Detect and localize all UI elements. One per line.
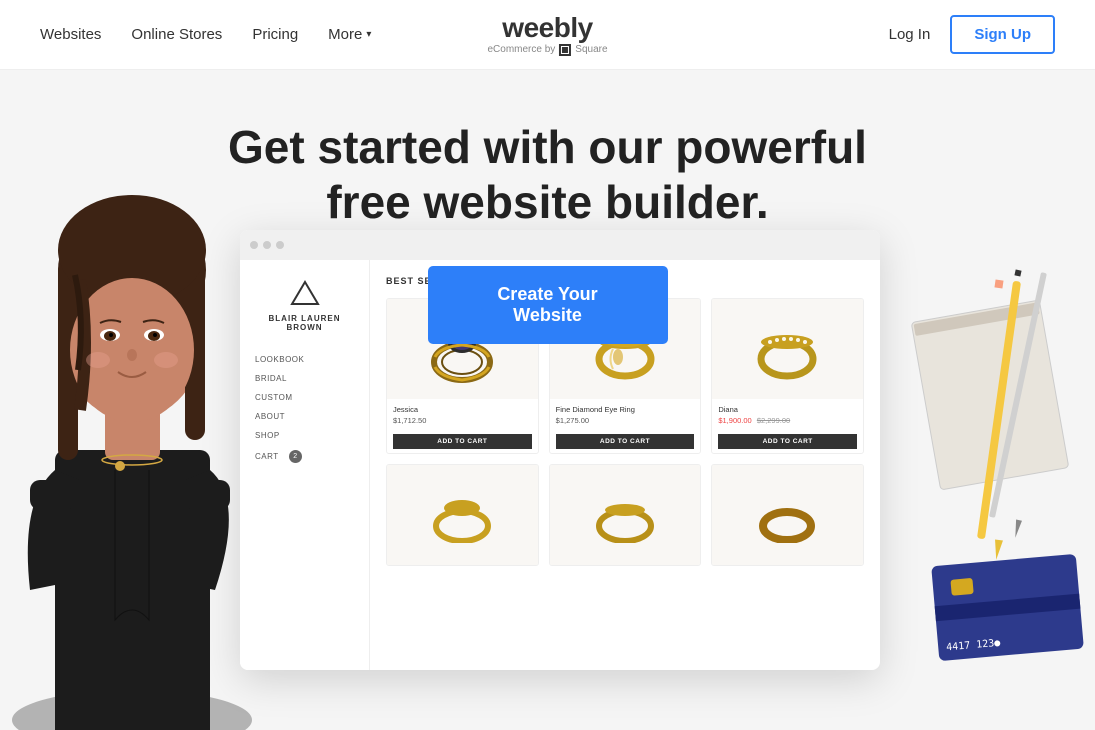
nav-online-stores[interactable]: Online Stores	[131, 26, 222, 43]
mockup-product-price-diana: $1,900.00 $2,299.00	[718, 416, 857, 425]
mockup-product-name-diana: Diana	[718, 405, 857, 414]
nav-left: Websites Online Stores Pricing More ▾	[40, 26, 371, 43]
mockup-product-price-diamond: $1,275.00	[556, 416, 695, 425]
nav-pricing[interactable]: Pricing	[252, 26, 298, 43]
mockup-product-price-jessica: $1,712.50	[393, 416, 532, 425]
mockup-products-row-2	[386, 464, 864, 566]
login-button[interactable]: Log In	[889, 26, 931, 43]
create-website-button[interactable]: Create Your Website	[428, 266, 668, 344]
mockup-product-info-jessica: Jessica $1,712.50 ADD TO CART	[387, 399, 538, 453]
mockup-nav-custom: CUSTOM	[255, 388, 354, 407]
person-image	[0, 140, 265, 730]
mockup-product-img-5	[550, 465, 701, 565]
mockup-original-price-diana: $2,299.00	[757, 416, 790, 425]
mockup-product-name-diamond: Fine Diamond Eye Ring	[556, 405, 695, 414]
nav-more[interactable]: More ▾	[328, 26, 371, 43]
mockup-product-info-diamond: Fine Diamond Eye Ring $1,275.00 ADD TO C…	[550, 399, 701, 453]
mockup-add-to-cart-jessica[interactable]: ADD TO CART	[393, 434, 532, 449]
mockup-product-6	[711, 464, 864, 566]
mockup-nav-bridal: BRIDAL	[255, 369, 354, 388]
logo-subtitle: eCommerce by Square	[487, 44, 607, 56]
logo-name: weebly	[502, 13, 592, 44]
mockup-product-img-6	[712, 465, 863, 565]
logo[interactable]: weebly eCommerce by Square	[487, 13, 607, 56]
mockup-add-to-cart-diana[interactable]: ADD TO CART	[718, 434, 857, 449]
nav-right: Log In Sign Up	[889, 15, 1055, 54]
mockup-nav-lookbook: LOOKBOOK	[255, 350, 354, 369]
cart-badge: 2	[289, 450, 302, 463]
mockup-product-info-diana: Diana $1,900.00 $2,299.00 ADD TO CART	[712, 399, 863, 453]
mockup-product-5	[549, 464, 702, 566]
mockup-nav-cart: CART 2	[255, 445, 354, 468]
mockup-nav-shop: SHOP	[255, 426, 354, 445]
mockup-product-4	[386, 464, 539, 566]
header: Websites Online Stores Pricing More ▾ we…	[0, 0, 1095, 70]
mockup-nav-about: ABOUT	[255, 407, 354, 426]
main-content: Get started with our powerful free websi…	[0, 70, 1095, 730]
chevron-down-icon: ▾	[366, 29, 371, 40]
mockup-sale-price-diana: $1,900.00	[718, 416, 751, 425]
nav-websites[interactable]: Websites	[40, 26, 101, 43]
mockup-product-name-jessica: Jessica	[393, 405, 532, 414]
mockup-add-to-cart-diamond[interactable]: ADD TO CART	[556, 434, 695, 449]
mockup-product-img-4	[387, 465, 538, 565]
hero-title: Get started with our powerful free websi…	[188, 120, 908, 230]
signup-button[interactable]: Sign Up	[950, 15, 1055, 54]
square-icon	[559, 44, 571, 56]
